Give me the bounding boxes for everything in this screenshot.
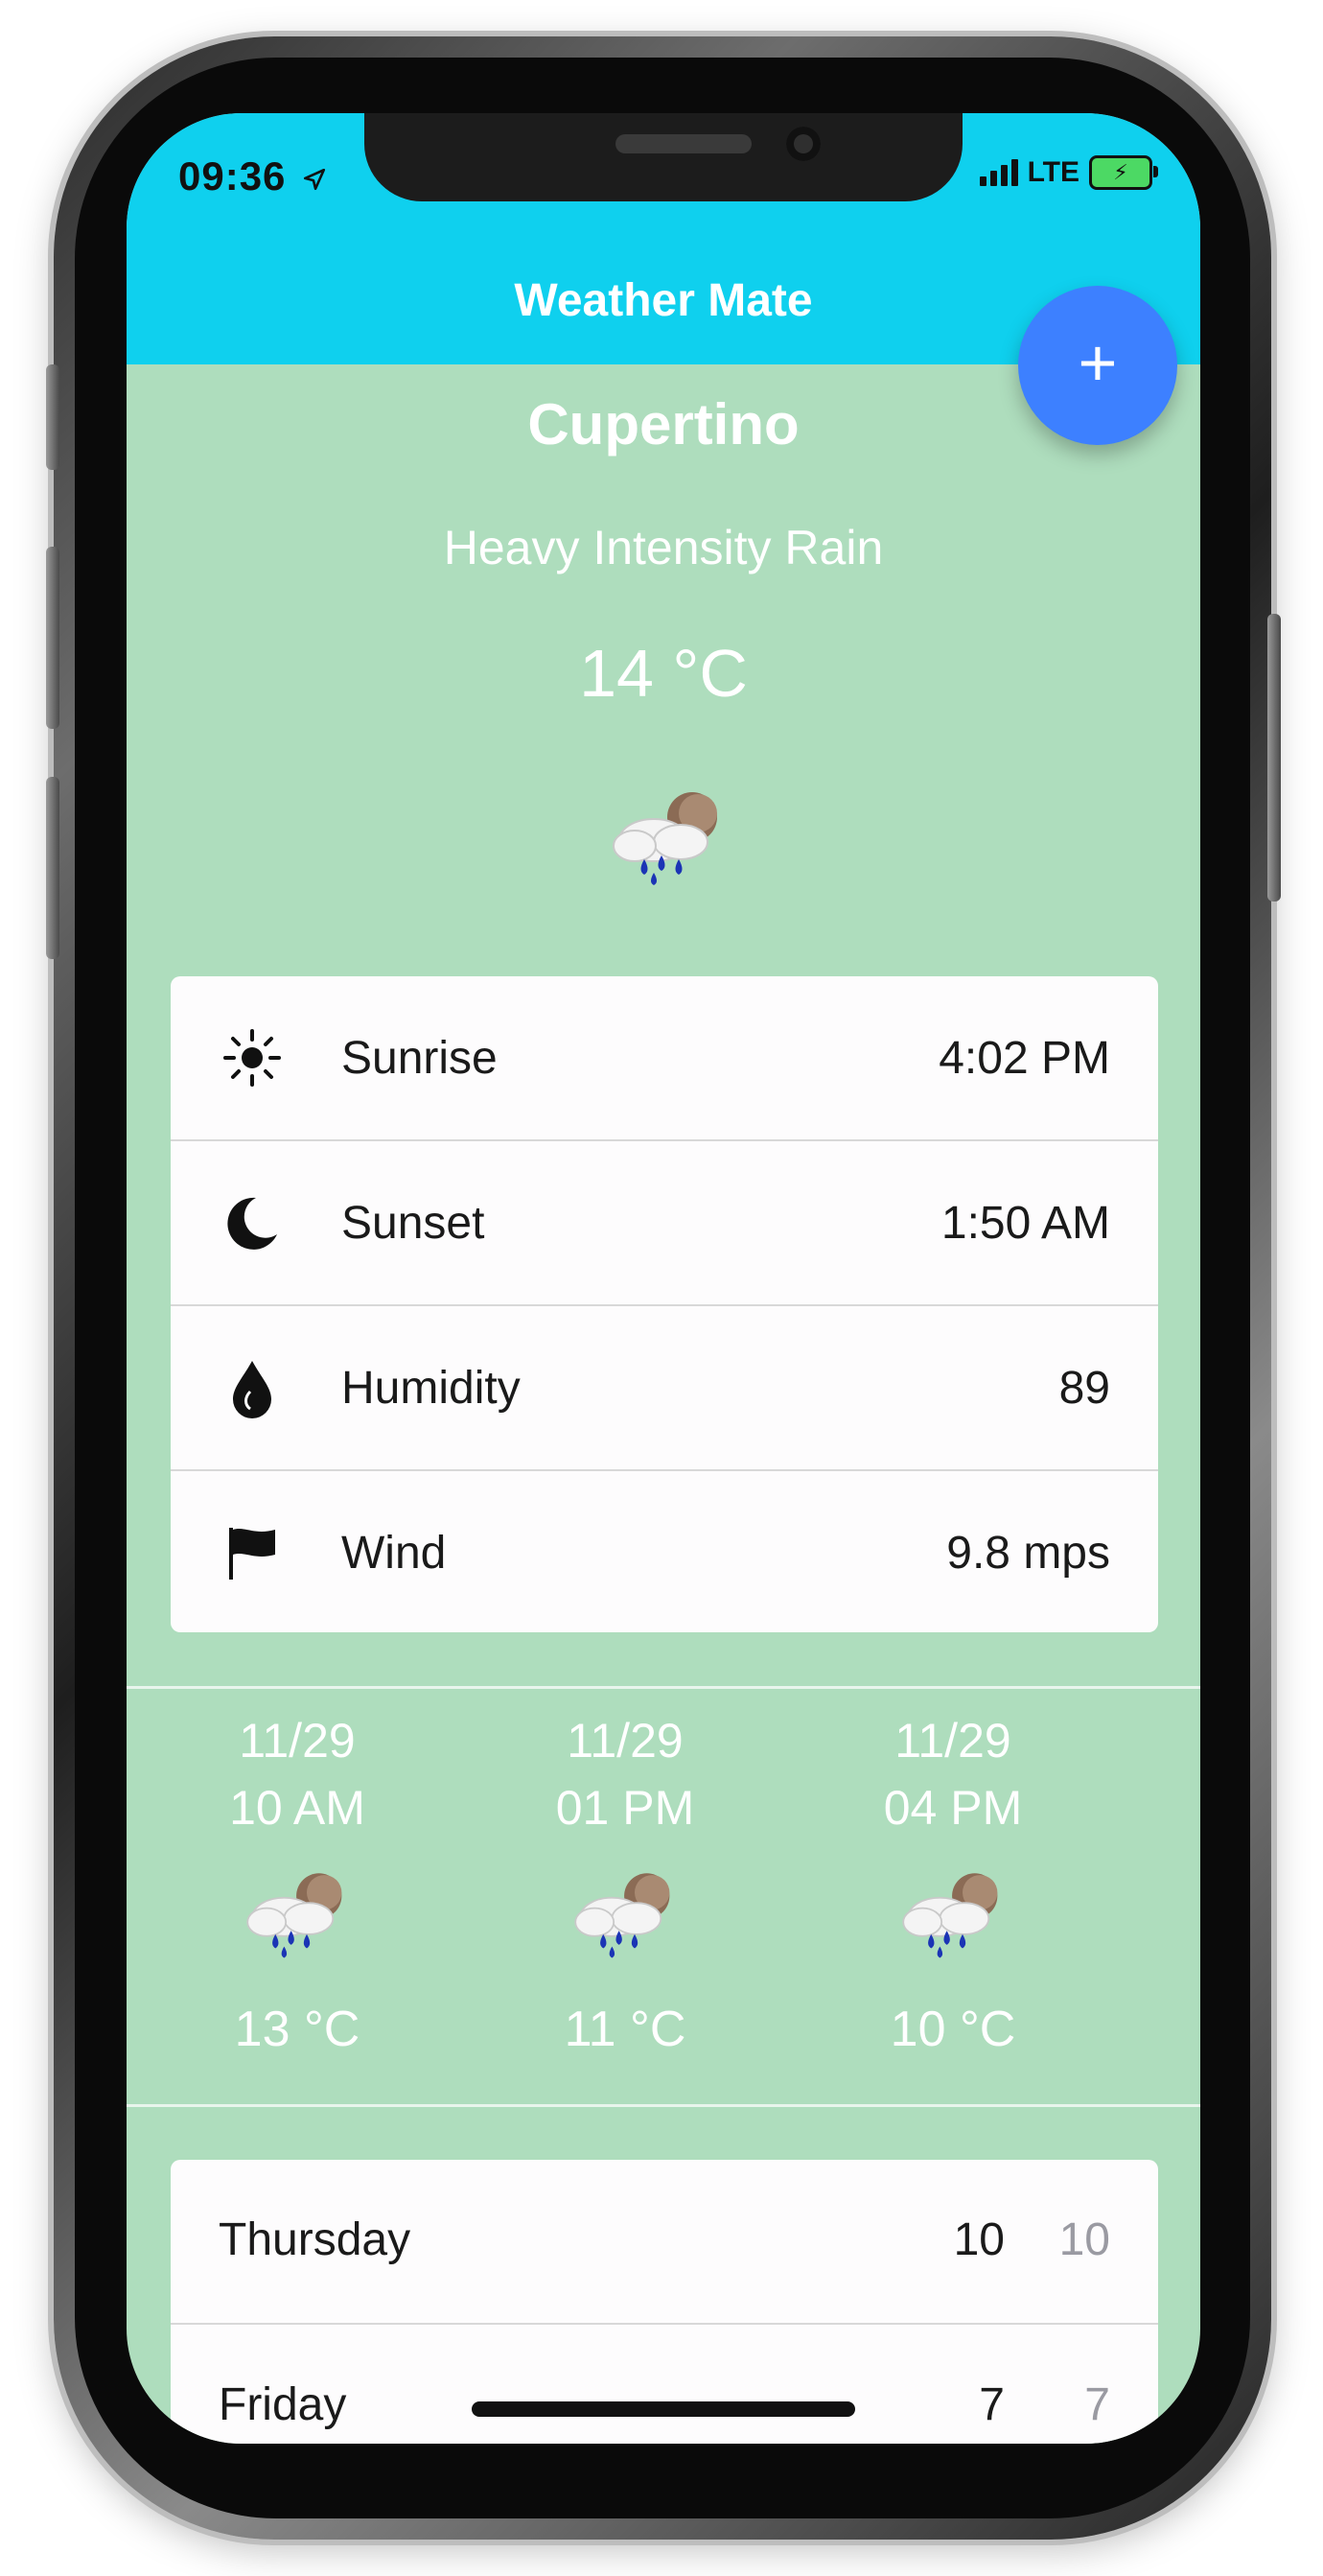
network-type: LTE	[1027, 156, 1079, 188]
details-card: Sunrise 4:02 PM Sunset 1:50 AM Humidity …	[171, 976, 1158, 1632]
rain-cloud-icon	[574, 1873, 670, 1958]
rain-cloud-icon	[246, 1873, 342, 1958]
moon-icon	[219, 1189, 286, 1256]
detail-value: 1:50 AM	[940, 1197, 1110, 1249]
daily-low: 7	[1084, 2379, 1110, 2430]
rain-cloud-icon	[613, 792, 717, 885]
daily-high: 7	[979, 2379, 1005, 2430]
volume-up-button	[46, 547, 59, 729]
battery-charging-icon: ⚡	[1089, 155, 1158, 190]
detail-value: 9.8 mps	[946, 1527, 1110, 1579]
forecast-temp: 10 °C	[890, 2002, 1016, 2057]
volume-down-button	[46, 777, 59, 959]
hourly-forecast-item: 11/29 04 PM 10 °C	[838, 1707, 1068, 2058]
forecast-date: 11/29	[567, 1714, 684, 1768]
daily-day: Friday	[219, 2379, 347, 2430]
detail-row-sunset: Sunset 1:50 AM	[171, 1141, 1158, 1306]
section-divider	[127, 2104, 1200, 2107]
daily-day: Thursday	[219, 2214, 411, 2265]
forecast-hour: 10 AM	[229, 1781, 365, 1835]
sun-icon	[219, 1024, 286, 1091]
daily-row[interactable]: Thursday 10 10	[171, 2160, 1158, 2325]
drop-icon	[219, 1354, 286, 1421]
status-indicators: LTE ⚡	[979, 155, 1158, 190]
detail-row-wind: Wind 9.8 mps	[171, 1471, 1158, 1632]
speaker-grille	[615, 134, 752, 153]
status-time-text: 09:36	[178, 153, 287, 199]
mute-switch	[46, 364, 59, 470]
daily-low: 10	[1058, 2214, 1110, 2265]
detail-label: Sunrise	[341, 1032, 498, 1084]
detail-value: 89	[1058, 1362, 1110, 1414]
forecast-hour: 04 PM	[883, 1781, 1023, 1835]
daily-row[interactable]: Friday 7 7	[171, 2325, 1158, 2444]
weather-condition: Heavy Intensity Rain	[443, 521, 884, 574]
location-arrow-icon	[304, 168, 326, 190]
forecast-temp: 11 °C	[564, 2002, 686, 2057]
add-city-button[interactable]: +	[1018, 286, 1177, 445]
hourly-forecast-item: 11/29 01 PM 11 °C	[510, 1707, 740, 2058]
daily-high: 10	[953, 2214, 1005, 2265]
current-temperature: 14 °C	[579, 636, 748, 711]
flag-icon	[219, 1519, 286, 1586]
detail-row-humidity: Humidity 89	[171, 1306, 1158, 1471]
camera-icon	[786, 127, 821, 161]
hourly-forecast-item: 11/29 10 AM 13 °C	[182, 1707, 412, 2058]
signal-icon	[979, 159, 1018, 186]
status-time: 09:36	[178, 153, 327, 199]
forecast-hour: 01 PM	[555, 1781, 695, 1835]
forecast-temp: 13 °C	[234, 2002, 360, 2057]
detail-label: Wind	[341, 1527, 447, 1579]
detail-label: Humidity	[341, 1362, 521, 1414]
forecast-date: 11/29	[239, 1714, 356, 1768]
power-button	[1267, 614, 1281, 902]
detail-value: 4:02 PM	[939, 1032, 1110, 1084]
section-divider	[127, 1686, 1200, 1689]
notch	[364, 113, 963, 201]
rain-cloud-icon	[902, 1873, 998, 1958]
detail-row-sunrise: Sunrise 4:02 PM	[171, 976, 1158, 1141]
detail-label: Sunset	[341, 1197, 485, 1249]
home-indicator[interactable]	[472, 2401, 855, 2417]
forecast-date: 11/29	[894, 1714, 1011, 1768]
app-screen: 09:36 LTE ⚡ Weather Mate + Cupertino Hea…	[127, 113, 1200, 2444]
